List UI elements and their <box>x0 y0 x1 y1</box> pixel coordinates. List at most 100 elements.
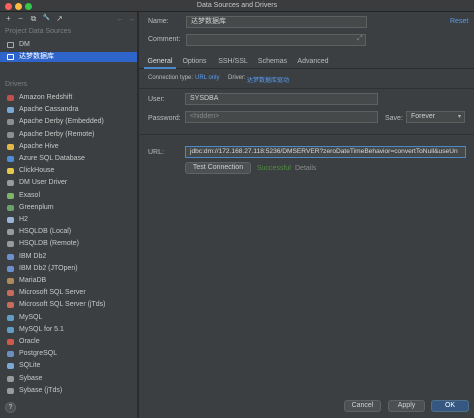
back-arrow-icon[interactable]: ← <box>116 13 125 24</box>
export-icon[interactable]: ↗ <box>55 13 64 24</box>
driver-label: Apache Hive <box>19 142 59 150</box>
tab-advanced[interactable]: Advanced <box>295 55 331 69</box>
database-icon <box>7 42 14 48</box>
project-item-dm[interactable]: DM <box>0 40 137 50</box>
driver-icon <box>7 107 14 114</box>
driver-label: Azure SQL Database <box>19 155 85 162</box>
driver-icon <box>7 351 14 358</box>
cancel-button[interactable]: Cancel <box>344 400 381 412</box>
password-label: Password: <box>148 115 181 122</box>
driver-icon <box>7 143 14 150</box>
driver-item[interactable]: MySQL for 5.1 <box>0 325 137 335</box>
test-connection-button[interactable]: Test Connection <box>185 162 251 174</box>
driver-item[interactable]: ClickHouse <box>0 166 137 176</box>
copy-icon[interactable]: ⧉ <box>29 13 38 24</box>
driver-icon <box>7 278 14 284</box>
project-item-dameng[interactable]: 达梦数据库 <box>0 52 137 62</box>
driver-item[interactable]: Apache Derby (Remote) <box>0 130 137 140</box>
driver-label: Driver: <box>228 75 246 81</box>
help-button[interactable]: ? <box>5 402 16 413</box>
project-item-label: DM <box>19 41 30 48</box>
connection-type-label: Connection type: <box>148 75 194 81</box>
driver-item[interactable]: Amazon Redshift <box>0 93 137 103</box>
sidebar-toolbar: + − ⧉ 🔧 ↗ ← → <box>0 12 138 26</box>
details-link[interactable]: Details <box>295 165 316 172</box>
remove-icon[interactable]: − <box>16 13 25 24</box>
driver-icon <box>7 326 14 333</box>
expand-icon[interactable]: ⤢ <box>357 35 363 43</box>
driver-item[interactable]: DM User Driver <box>0 178 137 188</box>
driver-item[interactable]: Oracle <box>0 337 137 347</box>
password-input[interactable]: <hidden> <box>185 111 378 123</box>
driver-icon <box>7 217 14 223</box>
driver-label: DM User Driver <box>19 179 68 187</box>
chevron-down-icon: ▾ <box>457 114 461 120</box>
driver-label: Microsoft SQL Server <box>19 289 86 297</box>
driver-icon <box>7 265 14 272</box>
comment-input[interactable] <box>186 34 366 46</box>
driver-label: ClickHouse <box>19 167 55 175</box>
url-input[interactable]: jdbc:dm://172.168.27.118:5236/DMSERVER?z… <box>185 146 466 158</box>
add-icon[interactable]: + <box>4 13 13 24</box>
window-title: Data Sources and Drivers <box>196 2 278 9</box>
sidebar: + − ⧉ 🔧 ↗ ← → Project Data Sources DM 达梦… <box>0 12 138 418</box>
apply-button[interactable]: Apply <box>388 400 425 412</box>
ok-button[interactable]: OK <box>431 400 469 412</box>
driver-item[interactable]: IBM Db2 (JTOpen) <box>0 264 137 274</box>
driver-item[interactable]: H2 <box>0 215 137 225</box>
title-bar: Data Sources and Drivers <box>0 0 474 12</box>
driver-icon <box>7 95 14 101</box>
driver-item[interactable]: Apache Hive <box>0 142 137 152</box>
tab-general[interactable]: General <box>144 55 176 69</box>
driver-icon <box>7 363 14 370</box>
driver-icon <box>7 339 14 345</box>
driver-item[interactable]: SQLite <box>0 361 137 371</box>
driver-item[interactable]: Apache Derby (Embedded) <box>0 117 137 127</box>
save-select-value: Forever <box>411 113 436 120</box>
user-input[interactable]: SYSDBA <box>185 93 378 105</box>
driver-icon <box>7 241 14 248</box>
driver-label: Sybase <box>19 374 43 382</box>
driver-item[interactable]: MariaDB <box>0 276 137 286</box>
driver-item[interactable]: Microsoft SQL Server (jTds) <box>0 300 137 310</box>
driver-item[interactable]: HSQLDB (Local) <box>0 227 137 237</box>
driver-item[interactable]: PostgreSQL <box>0 349 137 359</box>
driver-link[interactable]: 达梦数据库驱动 <box>247 75 289 84</box>
connection-type-dropdown[interactable]: URL only <box>195 75 219 81</box>
save-select[interactable]: Forever ▾ <box>406 111 465 123</box>
driver-label: MySQL <box>19 313 43 321</box>
driver-icon <box>7 119 14 126</box>
driver-icon <box>7 180 14 187</box>
forward-arrow-icon[interactable]: → <box>127 13 136 24</box>
driver-label: HSQLDB (Remote) <box>19 240 79 248</box>
comment-label: Comment: <box>148 36 181 43</box>
driver-label: Apache Derby (Remote) <box>19 130 95 138</box>
driver-item[interactable]: Apache Cassandra <box>0 105 137 115</box>
settings-icon[interactable]: 🔧 <box>42 13 51 24</box>
driver-icon <box>7 192 14 199</box>
name-input[interactable]: 达梦数据库 <box>186 16 367 28</box>
url-label: URL: <box>148 149 164 156</box>
tab-schemas[interactable]: Schemas <box>256 55 289 69</box>
driver-item[interactable]: MySQL <box>0 313 137 323</box>
driver-label: Greenplum <box>19 203 54 211</box>
driver-item[interactable]: Sybase <box>0 374 137 384</box>
tab-ssh-ssl[interactable]: SSH/SSL <box>215 55 251 69</box>
driver-label: IBM Db2 <box>19 252 47 260</box>
driver-icon <box>7 253 14 260</box>
reset-link[interactable]: Reset <box>450 18 468 25</box>
driver-label: Apache Cassandra <box>19 106 79 114</box>
driver-item[interactable]: Azure SQL Database <box>0 154 137 164</box>
driver-item[interactable]: Microsoft SQL Server <box>0 288 137 298</box>
driver-label: IBM Db2 (JTOpen) <box>19 264 78 272</box>
driver-item[interactable]: Sybase (jTds) <box>0 386 137 396</box>
driver-label: HSQLDB (Local) <box>19 228 72 236</box>
driver-item[interactable]: Exasol <box>0 191 137 201</box>
driver-label: PostgreSQL <box>19 350 58 358</box>
driver-label: Sybase (jTds) <box>19 386 63 394</box>
tab-options[interactable]: Options <box>180 55 209 69</box>
driver-item[interactable]: HSQLDB (Remote) <box>0 239 137 249</box>
driver-item[interactable]: Greenplum <box>0 203 137 213</box>
driver-item[interactable]: IBM Db2 <box>0 252 137 262</box>
driver-label: MySQL for 5.1 <box>19 325 64 333</box>
